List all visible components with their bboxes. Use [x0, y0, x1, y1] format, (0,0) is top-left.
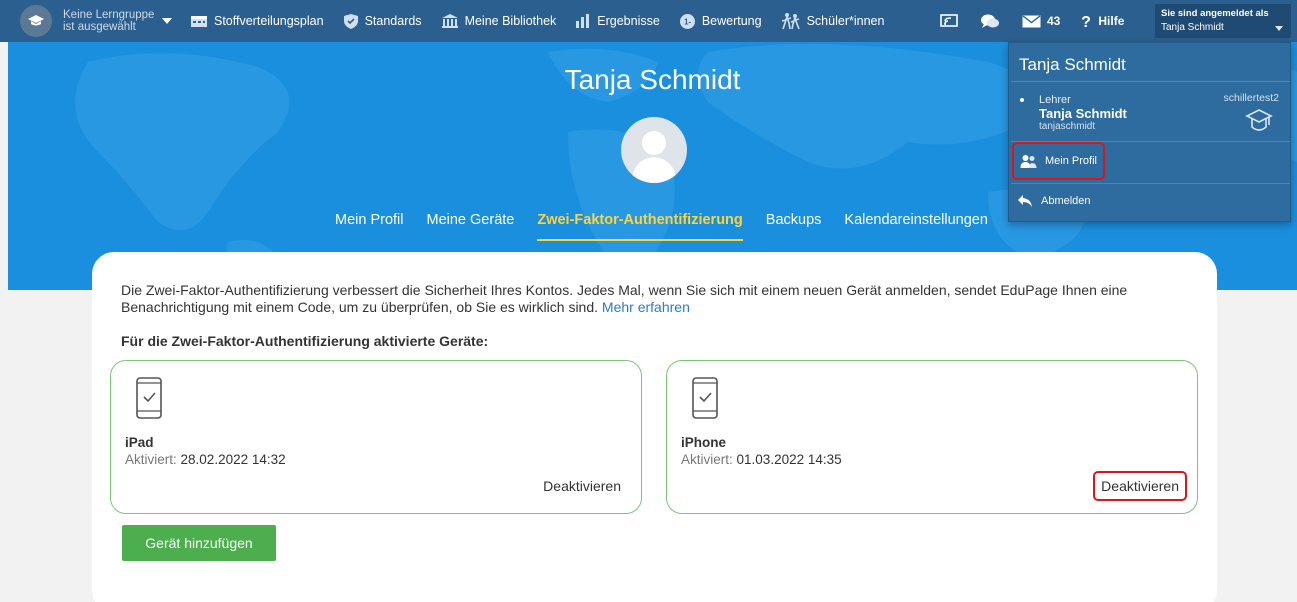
learn-more-link[interactable]: Mehr erfahren: [602, 299, 690, 315]
deactivate-button[interactable]: Deaktivieren: [543, 478, 621, 494]
deactivate-button[interactable]: Deaktivieren: [1093, 471, 1187, 501]
activated-date: 28.02.2022 14:32: [180, 452, 286, 467]
tab-kalendareinstellungen[interactable]: Kalendareinstellungen: [844, 212, 988, 241]
device-activated: Aktiviert: 28.02.2022 14:32: [125, 452, 286, 467]
messages-button[interactable]: 43: [1022, 14, 1060, 28]
two-factor-card: Die Zwei-Faktor-Authentifizierung verbes…: [92, 252, 1217, 602]
chevron-down-icon: [162, 18, 173, 24]
reply-arrow-icon: [1018, 195, 1032, 207]
calendar-icon: [191, 16, 207, 27]
students-icon: [781, 13, 800, 30]
nav-label: Meine Bibliothek: [464, 14, 557, 28]
question-mark-icon: ?: [1081, 14, 1091, 29]
tab-mein-profil[interactable]: Mein Profil: [335, 212, 404, 241]
tab-meine-geraete[interactable]: Meine Geräte: [427, 212, 515, 241]
tab-backups[interactable]: Backups: [766, 212, 822, 241]
user-menu-toggle[interactable]: Sie sind angemeldet als Tanja Schmidt: [1155, 4, 1291, 38]
device-activated: Aktiviert: 01.03.2022 14:35: [681, 452, 842, 467]
cast-button[interactable]: [940, 13, 964, 29]
screen-share-icon: [940, 13, 958, 27]
chat-bubbles-icon: [981, 14, 999, 28]
account-school: schillertest2: [1223, 92, 1279, 104]
shield-icon: [343, 13, 358, 29]
help-button[interactable]: ? Hilfe: [1080, 13, 1124, 29]
user-silhouette-icon: [631, 131, 677, 183]
devices-section-title: Für die Zwei-Faktor-Authentifizierung ak…: [121, 333, 489, 349]
account-login: tanjaschmidt: [1039, 121, 1096, 132]
nav-standards[interactable]: Standards: [343, 0, 422, 42]
device-card-ipad: iPad Aktiviert: 28.02.2022 14:32 Deaktiv…: [110, 360, 642, 514]
nav-label: Stoffverteilungsplan: [214, 14, 324, 28]
chat-button[interactable]: [980, 13, 1006, 30]
bullet-icon: [1020, 98, 1024, 102]
user-dropdown-menu: Tanja Schmidt Lehrer Tanja Schmidt tanja…: [1008, 42, 1291, 222]
top-navigation-bar: Keine Lerngruppe ist ausgewählt Stoffver…: [0, 0, 1297, 42]
account-role: Lehrer: [1039, 94, 1071, 106]
activated-label: Aktiviert:: [681, 452, 733, 467]
logout-label: Abmelden: [1041, 195, 1091, 207]
signed-in-user: Tanja Schmidt: [1161, 22, 1224, 33]
add-device-button[interactable]: Gerät hinzufügen: [122, 525, 276, 561]
nav-meine-bibliothek[interactable]: Meine Bibliothek: [441, 0, 557, 42]
divider: [1011, 183, 1290, 184]
tab-zwei-faktor-authentifizierung[interactable]: Zwei-Faktor-Authentifizierung: [537, 212, 743, 241]
nav-label: Standards: [364, 14, 422, 28]
device-name: iPhone: [681, 435, 727, 450]
teacher-cap-icon: [1245, 109, 1273, 131]
nav-label: Ergebnisse: [597, 14, 660, 28]
profile-tabs: Mein Profil Meine Geräte Zwei-Faktor-Aut…: [335, 212, 1011, 241]
nav-label: Bewertung: [701, 14, 762, 28]
svg-text:?: ?: [1081, 14, 1091, 29]
group-line1: Keine Lerngruppe: [63, 9, 155, 21]
my-profile-button[interactable]: Mein Profil: [1012, 142, 1105, 180]
nav-ergebnisse[interactable]: Ergebnisse: [575, 0, 660, 42]
messages-count-badge: 43: [1047, 14, 1061, 28]
divider: [1011, 81, 1290, 82]
chevron-down-icon: [1275, 26, 1283, 31]
activated-label: Aktiviert:: [125, 452, 177, 467]
device-name: iPad: [125, 435, 154, 450]
signed-in-label: Sie sind angemeldet als: [1161, 8, 1269, 19]
group-selector-label: Keine Lerngruppe ist ausgewählt: [63, 9, 154, 33]
nav-stoffverteilungsplan[interactable]: Stoffverteilungsplan: [190, 0, 324, 42]
my-profile-label: Mein Profil: [1045, 155, 1097, 167]
avatar[interactable]: [621, 117, 687, 183]
bar-chart-icon: [576, 14, 590, 28]
phone-check-icon: [136, 377, 162, 419]
intro-text: Die Zwei-Faktor-Authentifizierung verbes…: [121, 282, 1166, 316]
device-card-iphone: iPhone Aktiviert: 01.03.2022 14:35 Deakt…: [666, 360, 1198, 514]
group-line2: ist ausgewählt: [63, 21, 136, 33]
help-label: Hilfe: [1098, 14, 1125, 28]
grade-icon: 1-: [679, 13, 695, 29]
library-icon: [441, 14, 458, 28]
nav-label: Schüler*innen: [806, 14, 885, 28]
logout-button[interactable]: Abmelden: [1017, 194, 1091, 208]
phone-check-icon: [692, 377, 718, 419]
group-selector[interactable]: Keine Lerngruppe ist ausgewählt: [0, 0, 190, 42]
account-name[interactable]: Tanja Schmidt: [1039, 106, 1127, 121]
envelope-icon: [1022, 14, 1041, 27]
activated-date: 01.03.2022 14:35: [736, 452, 842, 467]
nav-schuelerinnen[interactable]: Schüler*innen: [781, 0, 885, 42]
graduation-cap-icon: [20, 5, 52, 37]
dropdown-title: Tanja Schmidt: [1019, 55, 1126, 74]
svg-text:1-: 1-: [684, 17, 691, 26]
users-icon: [1020, 155, 1037, 168]
nav-bewertung[interactable]: 1- Bewertung: [679, 0, 762, 42]
